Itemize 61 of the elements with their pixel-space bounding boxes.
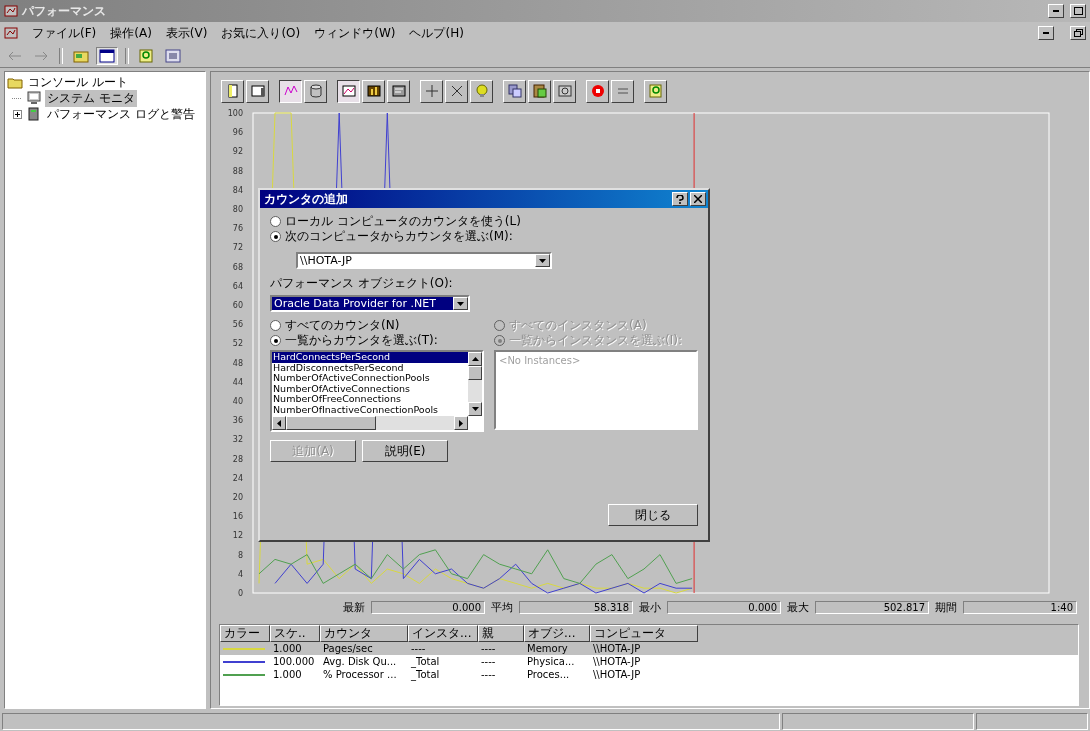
table-cell-text: \\HOTA-JP (592, 643, 642, 654)
table-cell-text: 1.000 (272, 643, 303, 654)
table-cell-text: ---- (480, 669, 497, 680)
dialog-title: カウンタの追加 (264, 190, 348, 208)
stat-value: 0.000 (371, 600, 485, 614)
axis-label: 80 (232, 205, 243, 214)
table-cell-text: _Total (410, 656, 441, 667)
axis-label: 48 (232, 358, 243, 368)
table-cell-text: \\HOTA-JP (592, 656, 642, 667)
axis-label: 16 (232, 512, 243, 522)
axis-label: 88 (232, 166, 243, 176)
table-cell-text: ---- (480, 656, 497, 667)
axis-label: 8 (237, 550, 243, 560)
axis-label: 76 (232, 224, 243, 234)
table-cell-text: Physica... (526, 656, 576, 667)
table-cell-text: ---- (410, 643, 427, 654)
axis-label: 96 (232, 128, 243, 138)
stat-label: 平均 (491, 599, 513, 615)
axis-label: 44 (232, 377, 243, 387)
table-cell-text: Memory (526, 643, 569, 654)
window-title: パフォーマンス (22, 2, 106, 20)
axis-label: 0 (237, 589, 243, 598)
table-cell-text: % Processor ... (322, 669, 398, 680)
radio-label: すべてのカウンタ(N) (285, 317, 400, 334)
stat-value: 58.318 (519, 600, 633, 614)
axis-label: 12 (232, 531, 243, 541)
table-cell-text: Pages/sec (322, 643, 374, 654)
stat-value: 1:40 (963, 600, 1077, 614)
stat-label: 最大 (787, 599, 809, 615)
table-cell-text: ---- (480, 643, 497, 654)
axis-label: 32 (232, 435, 243, 445)
stat-label: 期間 (935, 599, 957, 615)
stat-label: 最新 (343, 599, 365, 615)
field-label: パフォーマンス オブジェクト(O): (270, 275, 454, 292)
radio-label: 一覧からカウンタを選ぶ(T): (285, 332, 438, 349)
axis-label: 92 (232, 147, 243, 157)
axis-label: 28 (232, 454, 243, 464)
axis-label: 64 (232, 281, 243, 291)
radio-label: 次のコンピュータからカウンタを選ぶ(M): (285, 228, 513, 245)
axis-label: 56 (232, 320, 243, 330)
axis-label: 84 (232, 185, 243, 195)
axis-label: 24 (232, 473, 243, 483)
axis-label: 100 (227, 109, 243, 118)
stat-value: 502.817 (815, 600, 929, 614)
stat-label: 最小 (639, 599, 661, 615)
axis-label: 36 (232, 416, 243, 426)
axis-label: 4 (237, 569, 243, 579)
axis-label: 72 (232, 243, 243, 253)
axis-label: 20 (232, 493, 243, 502)
axis-label: 68 (232, 262, 243, 272)
stat-value: 0.000 (667, 600, 781, 614)
axis-label: 40 (232, 397, 243, 406)
table-cell-text: 1.000 (272, 669, 303, 680)
table-cell-text: Proces... (526, 669, 571, 680)
table-cell-text: Avg. Disk Qu... (322, 656, 398, 667)
axis-label: 60 (232, 301, 243, 310)
axis-label: 52 (232, 339, 243, 349)
radio-label: ローカル コンピュータのカウンタを使う(L) (285, 213, 521, 230)
table-cell-text: \\HOTA-JP (592, 669, 642, 680)
table-cell-text: _Total (410, 669, 441, 680)
table-cell-text: 100.000 (272, 656, 316, 667)
